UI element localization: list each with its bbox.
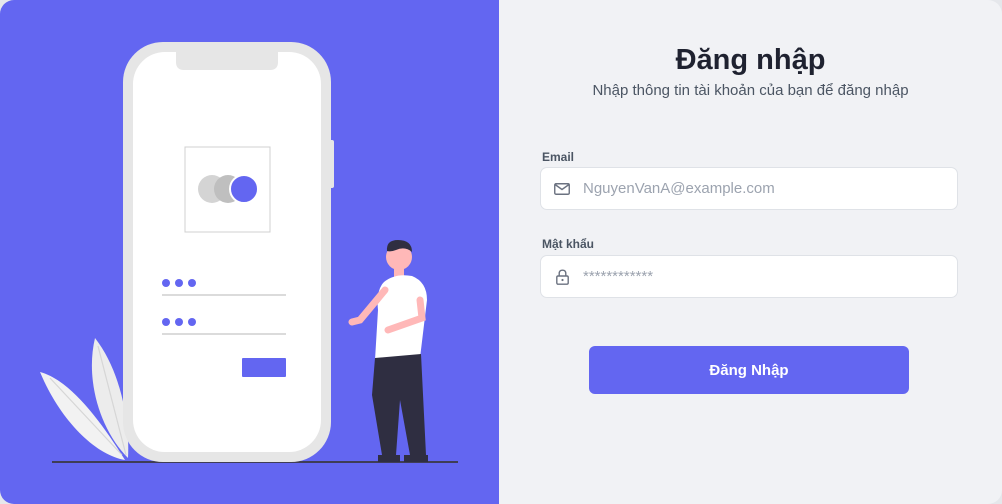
login-form-panel: Đăng nhập Nhập thông tin tài khoản của b… bbox=[499, 0, 1002, 504]
login-card: Đăng nhập Nhập thông tin tài khoản của b… bbox=[0, 0, 1002, 504]
password-field-wrapper bbox=[540, 255, 958, 298]
login-illustration bbox=[40, 42, 458, 463]
page-title: Đăng nhập bbox=[675, 44, 826, 76]
person-illustration bbox=[348, 240, 428, 462]
password-label: Mật khẩu bbox=[542, 237, 595, 251]
phone-illustration bbox=[123, 42, 334, 462]
email-field-wrapper bbox=[540, 167, 958, 210]
leaf-decoration bbox=[40, 338, 129, 460]
email-field[interactable] bbox=[583, 180, 943, 197]
lock-icon bbox=[541, 256, 583, 297]
mail-icon bbox=[541, 168, 583, 209]
login-button[interactable]: Đăng Nhập bbox=[589, 346, 909, 394]
page-subtitle: Nhập thông tin tài khoản của bạn để đăng… bbox=[592, 82, 909, 99]
password-field[interactable] bbox=[583, 268, 943, 285]
illustration-panel bbox=[0, 0, 499, 504]
email-label: Email bbox=[542, 150, 575, 164]
